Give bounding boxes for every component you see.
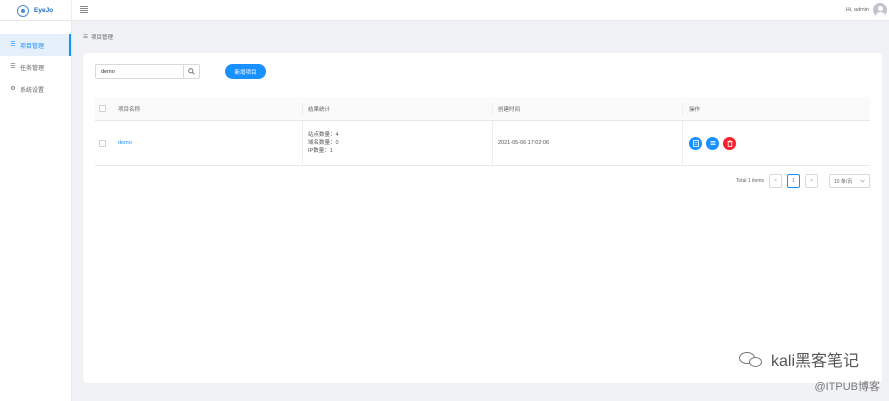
project-name-link[interactable]: demo xyxy=(118,121,132,165)
ip-count: IP数量：1 xyxy=(308,148,333,154)
list-icon: ☰ xyxy=(83,34,88,40)
watermark-text: kali黑客笔记 xyxy=(770,353,859,370)
avatar[interactable] xyxy=(873,3,887,17)
content-card: 新增项目 项目名称 结果统计 创建时间 操作 demo 站点数量：4 域名数量：… xyxy=(83,53,882,383)
projects-table: 项目名称 结果统计 创建时间 操作 demo 站点数量：4 域名数量：0 IP数… xyxy=(95,97,870,166)
sidebar-item-projects[interactable]: ☰ 项目管理 xyxy=(0,34,71,56)
select-all-cell xyxy=(99,97,106,120)
eye-logo-icon xyxy=(17,4,29,17)
row-select-cell xyxy=(99,121,106,165)
site-count: 站点数量：4 xyxy=(308,132,339,138)
logo-text: EyeJo xyxy=(34,7,54,14)
search-box xyxy=(95,64,200,79)
row-checkbox[interactable] xyxy=(99,139,106,147)
chat-bubbles-icon xyxy=(738,350,765,368)
breadcrumb: ☰ 项目管理 xyxy=(83,33,113,41)
top-bar: EyeJo Hi, admin xyxy=(0,0,889,21)
sidebar-item-label: 项目管理 xyxy=(20,43,45,50)
page-size-value: 10 条/页 xyxy=(834,178,853,185)
column-header-stats[interactable]: 结果统计 xyxy=(308,97,330,120)
sidebar-item-tasks[interactable]: ☰ 任务管理 xyxy=(0,56,71,78)
column-header-name[interactable]: 项目名称 xyxy=(118,97,140,120)
add-project-button[interactable]: 新增项目 xyxy=(225,64,266,79)
watermark-source: @ITPUB博客 xyxy=(814,381,880,393)
table-header: 项目名称 结果统计 创建时间 操作 xyxy=(95,97,870,121)
gear-icon: ⚙ xyxy=(10,86,16,92)
sidebar-item-label: 系统设置 xyxy=(20,87,45,94)
column-divider xyxy=(492,121,493,166)
search-icon xyxy=(188,68,195,75)
select-all-checkbox[interactable] xyxy=(99,105,106,112)
domain-count: 域名数量：0 xyxy=(308,140,339,146)
document-icon xyxy=(692,139,699,147)
delete-button[interactable] xyxy=(723,136,736,150)
pagination: Total 1 items < 1 > 10 条/页 xyxy=(736,174,870,188)
list-icon: ☰ xyxy=(10,42,16,48)
next-page-button[interactable]: > xyxy=(805,174,818,188)
page-1-button[interactable]: 1 xyxy=(787,174,800,188)
tasks-icon: ☰ xyxy=(10,64,16,70)
sidebar-item-label: 任务管理 xyxy=(20,65,45,72)
column-divider xyxy=(682,121,683,166)
column-divider xyxy=(492,103,493,115)
column-header-created[interactable]: 创建时间 xyxy=(498,97,520,120)
menu-toggle-icon[interactable] xyxy=(80,5,88,14)
column-header-actions: 操作 xyxy=(689,106,701,113)
sidebar-item-settings[interactable]: ⚙ 系统设置 xyxy=(0,78,71,100)
total-items: Total 1 items xyxy=(735,178,764,184)
page-size-select[interactable]: 10 条/页 xyxy=(829,174,870,188)
search-input[interactable] xyxy=(96,65,184,78)
trash-icon xyxy=(727,139,732,147)
list-icon xyxy=(710,141,715,145)
column-divider xyxy=(682,103,683,115)
chevron-down-icon xyxy=(860,179,865,183)
list-button[interactable] xyxy=(706,136,719,150)
watermark: kali黑客笔记 xyxy=(738,347,859,371)
column-divider xyxy=(302,121,303,166)
created-time: 2021-05-06 17:02:06 xyxy=(498,140,550,146)
column-divider xyxy=(302,103,303,115)
logo[interactable]: EyeJo xyxy=(0,0,72,21)
actions-cell xyxy=(689,121,740,165)
prev-page-button[interactable]: < xyxy=(769,174,782,188)
view-button[interactable] xyxy=(689,136,702,150)
sidebar: ☰ 项目管理 ☰ 任务管理 ⚙ 系统设置 xyxy=(0,21,72,401)
breadcrumb-label: 项目管理 xyxy=(90,35,113,41)
user-greeting[interactable]: Hi, admin xyxy=(846,7,869,13)
search-button[interactable] xyxy=(183,65,199,78)
table-row: demo 站点数量：4 域名数量：0 IP数量：1 2021-05-06 17:… xyxy=(95,121,870,166)
stats-cell: 站点数量：4 域名数量：0 IP数量：1 xyxy=(308,121,339,165)
